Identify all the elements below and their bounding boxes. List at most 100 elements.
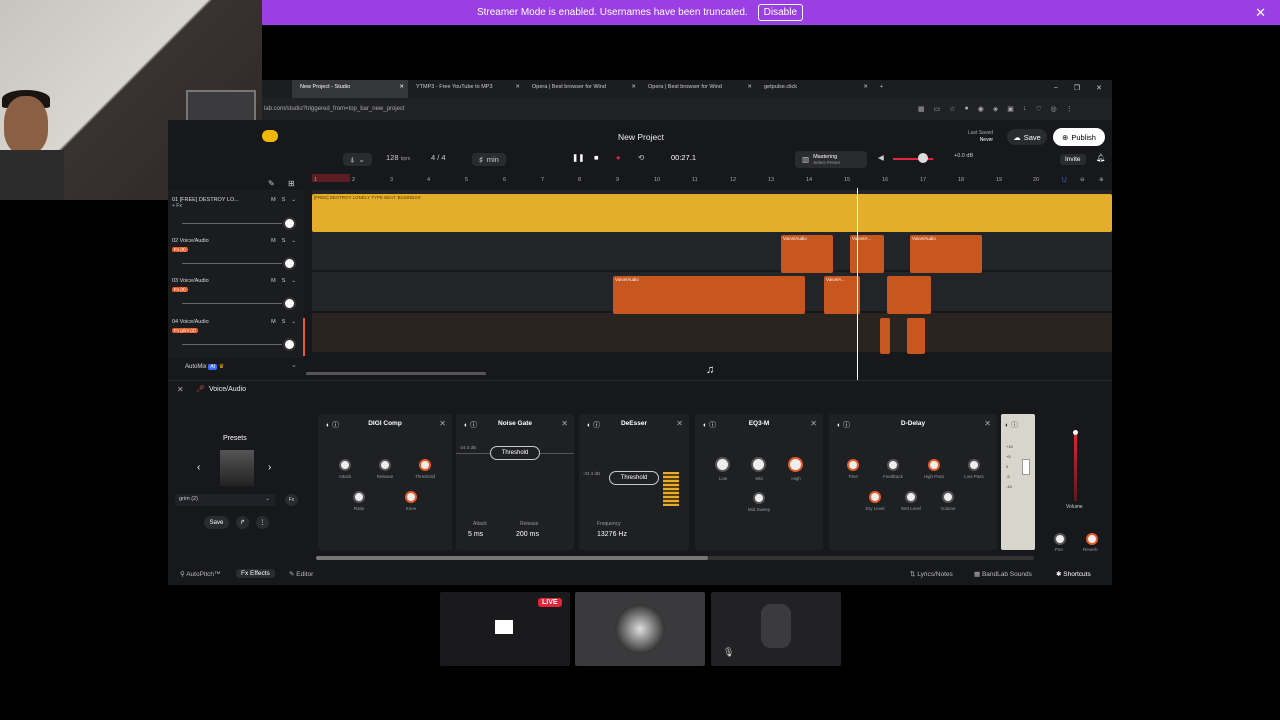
track-header-3[interactable]: 03 Voice/Audio Fx (0) M S ⌄ bbox=[172, 278, 302, 293]
project-title[interactable]: New Project bbox=[618, 132, 664, 142]
disable-button[interactable]: Disable bbox=[757, 4, 804, 21]
fx-badge[interactable]: Fx (0) bbox=[172, 287, 188, 292]
high-knob[interactable] bbox=[788, 457, 803, 472]
lyrics-button[interactable]: ⇅ Lyrics/Notes bbox=[910, 570, 953, 578]
knee-knob[interactable] bbox=[405, 491, 417, 503]
close-icon[interactable]: ✕ bbox=[399, 84, 404, 90]
release-value[interactable]: 200 ms bbox=[516, 531, 539, 538]
mid-sweep-knob[interactable] bbox=[753, 492, 765, 504]
pan-knob[interactable] bbox=[283, 297, 296, 310]
timeline-lanes[interactable]: [FREE] DESTROY LONELY TYPE BEAT 'BUSINES… bbox=[312, 190, 1112, 358]
threshold-handle[interactable]: Threshold bbox=[609, 471, 659, 485]
stop-button[interactable]: ■ bbox=[594, 153, 599, 162]
chevron-down-icon[interactable]: ⌄ bbox=[291, 197, 296, 203]
threshold-knob[interactable] bbox=[419, 459, 431, 471]
timeline-ruler[interactable]: 1 2 3 4 5 6 7 8 9 10 11 12 13 14 15 16 1… bbox=[312, 174, 1112, 186]
close-icon[interactable]: ✕ bbox=[515, 84, 520, 90]
track-volume-slider[interactable] bbox=[182, 344, 282, 345]
close-window-icon[interactable]: ✕ bbox=[1096, 84, 1102, 92]
window-thumbnail-2[interactable] bbox=[575, 592, 705, 666]
tempo[interactable]: 128 bpm bbox=[386, 153, 410, 162]
preset-thumbnail[interactable] bbox=[220, 450, 254, 486]
sounds-button[interactable]: ▦ BandLab Sounds bbox=[974, 570, 1032, 578]
chevron-down-icon[interactable]: ⌄ bbox=[291, 361, 297, 369]
close-icon[interactable]: ✕ bbox=[984, 419, 991, 428]
solo-button[interactable]: S bbox=[282, 319, 286, 325]
star-icon[interactable]: ☆ bbox=[949, 105, 955, 113]
more-icon[interactable]: ⋮ bbox=[256, 516, 269, 529]
high-pass-knob[interactable] bbox=[928, 459, 940, 471]
fx-badge[interactable]: Fx (0) bbox=[172, 247, 188, 252]
tab-opera-2[interactable]: Opera | Best browser for Wind ✕ bbox=[640, 80, 756, 98]
output-fader[interactable] bbox=[1022, 459, 1030, 475]
close-icon[interactable]: ✕ bbox=[631, 84, 636, 90]
voice-clip[interactable] bbox=[887, 276, 931, 314]
track-header-4[interactable]: 04 Voice/Audio Fx grim (2) M S ⌄ bbox=[172, 319, 302, 334]
frequency-value[interactable]: 13276 Hz bbox=[597, 531, 627, 538]
magnet-icon[interactable]: ⋃ bbox=[1062, 177, 1067, 183]
lane-2[interactable] bbox=[312, 231, 1112, 271]
pause-button[interactable]: ❚❚ bbox=[572, 153, 585, 162]
tab-opera-1[interactable]: Opera | Best browser for Wind ✕ bbox=[524, 80, 640, 98]
pan-knob[interactable] bbox=[283, 257, 296, 270]
solo-button[interactable]: S bbox=[282, 278, 286, 284]
record-button[interactable]: ● bbox=[616, 153, 621, 162]
playhead[interactable] bbox=[857, 188, 858, 380]
time-knob[interactable] bbox=[847, 459, 859, 471]
track-volume-slider[interactable] bbox=[182, 223, 282, 224]
autopitch-tab[interactable]: ⚲ AutoPitch™ bbox=[180, 570, 221, 578]
minimize-icon[interactable]: – bbox=[1054, 84, 1058, 92]
attack-value[interactable]: 5 ms bbox=[468, 531, 483, 538]
preset-select[interactable]: grim (2) ⌄ bbox=[175, 494, 275, 506]
time-signature[interactable]: 4 / 4 bbox=[431, 153, 446, 162]
chevron-down-icon[interactable]: ⌄ bbox=[291, 319, 296, 325]
window-thumbnail-3[interactable]: 🎙︎ bbox=[711, 592, 841, 666]
menu-icon[interactable]: ⋮ bbox=[1066, 105, 1073, 113]
banner-close-icon[interactable]: ✕ bbox=[1255, 5, 1266, 21]
track-header-2[interactable]: 02 Voice/Audio Fx (0) M S ⌄ bbox=[172, 238, 302, 253]
metronome-control[interactable]: ⍋ ⌄ bbox=[343, 153, 372, 166]
mastering-control[interactable]: ▥ Mastering Select Preset bbox=[795, 151, 867, 168]
editor-tab[interactable]: ✎ Editor bbox=[289, 570, 313, 578]
close-icon[interactable]: ✕ bbox=[863, 84, 868, 90]
chevron-down-icon[interactable]: ⌄ bbox=[291, 278, 296, 284]
lane-4[interactable] bbox=[312, 313, 1112, 353]
bell-icon[interactable]: 🔔︎ bbox=[1096, 153, 1106, 162]
close-icon[interactable]: ✕ bbox=[747, 84, 752, 90]
volume-thumb[interactable] bbox=[1073, 430, 1078, 435]
fx-badge[interactable]: Fx grim (2) bbox=[172, 328, 198, 333]
tab-new-project[interactable]: New Project - Studio ✕ bbox=[292, 80, 408, 98]
mute-button[interactable]: M bbox=[271, 197, 276, 203]
chevron-down-icon[interactable]: ⌄ bbox=[291, 238, 296, 244]
voice-clip[interactable] bbox=[907, 318, 925, 354]
loop-button[interactable]: ⟲ bbox=[638, 153, 644, 162]
reverb-knob[interactable] bbox=[1086, 533, 1098, 545]
track-volume-slider[interactable] bbox=[182, 303, 282, 304]
add-track-icon[interactable]: ⊞ bbox=[288, 179, 295, 188]
pan-knob[interactable] bbox=[283, 217, 296, 230]
restore-icon[interactable]: ❐ bbox=[1074, 84, 1080, 92]
add-loop-icon[interactable]: ♫ bbox=[706, 364, 714, 376]
close-icon[interactable]: ✕ bbox=[561, 419, 568, 428]
zoom-in-icon[interactable]: ⊕ bbox=[1099, 177, 1104, 183]
cast-icon[interactable]: ▭ bbox=[934, 105, 941, 113]
speaker-icon[interactable]: ◀ bbox=[878, 153, 884, 162]
close-icon[interactable]: ✕ bbox=[676, 419, 683, 428]
invite-button[interactable]: Invite bbox=[1060, 154, 1086, 165]
mute-button[interactable]: M bbox=[271, 319, 276, 325]
voice-clip[interactable]: Voice/Audio bbox=[613, 276, 805, 314]
sidebar-icon[interactable]: ▣ bbox=[1007, 105, 1014, 113]
notification-icon[interactable] bbox=[262, 130, 278, 142]
close-icon[interactable]: ✕ bbox=[439, 419, 446, 428]
release-knob[interactable] bbox=[379, 459, 391, 471]
beat-clip[interactable]: [FREE] DESTROY LONELY TYPE BEAT 'BUSINES… bbox=[312, 194, 1112, 232]
attack-knob[interactable] bbox=[339, 459, 351, 471]
preset-save-button[interactable]: Save bbox=[204, 516, 229, 529]
mid-knob[interactable] bbox=[751, 457, 766, 472]
profile-icon[interactable]: ◎ bbox=[1051, 105, 1057, 113]
low-pass-knob[interactable] bbox=[968, 459, 980, 471]
extension-icon[interactable]: ● bbox=[965, 105, 969, 113]
loop-region[interactable] bbox=[312, 174, 350, 182]
tab-ytmp3[interactable]: YTMP3 - Free YouTube to MP3 ✕ bbox=[408, 80, 524, 98]
threshold-handle[interactable]: Threshold bbox=[490, 446, 540, 460]
